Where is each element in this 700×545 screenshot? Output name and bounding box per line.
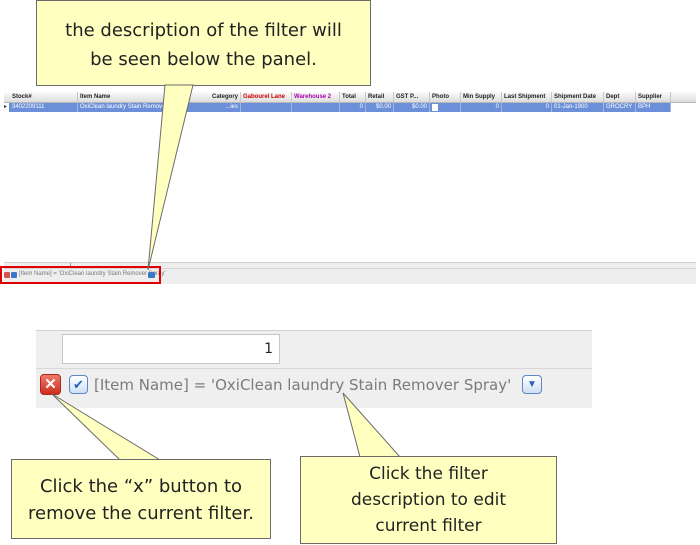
callout-right-line-3: current filter [375, 516, 482, 536]
callout-right-pointer [342, 392, 402, 458]
callout-remove-filter: Click the “x” button to remove the curre… [11, 459, 271, 539]
callout-top-pointer [147, 84, 194, 271]
callout-edit-filter: Click the filter description to edit cur… [300, 456, 557, 544]
callout-right-line-1: Click the filter [369, 464, 488, 484]
callout-left-line-1: Click the “x” button to [39, 476, 243, 497]
callout-left-pointer [51, 393, 162, 461]
callout-right-line-2: description to edit [350, 490, 507, 510]
callout-left-line-2: remove the current filter. [28, 503, 254, 524]
